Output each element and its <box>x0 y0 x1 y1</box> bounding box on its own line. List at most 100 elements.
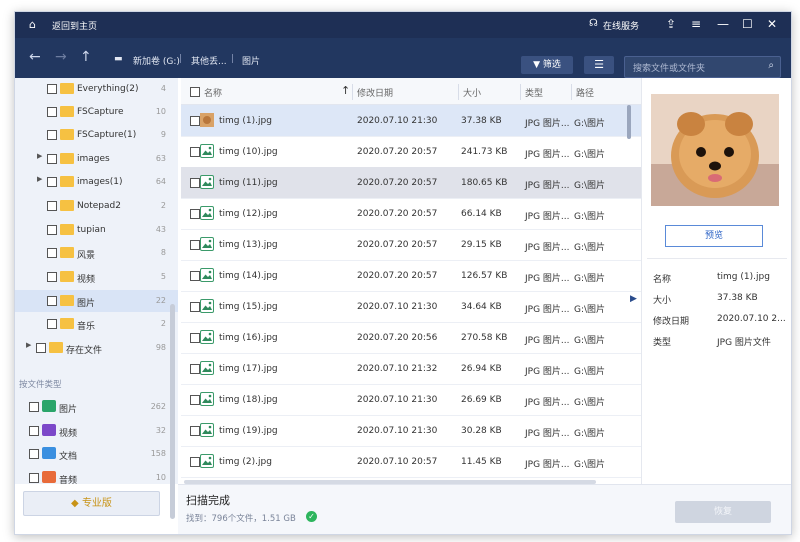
maximize-icon[interactable]: ☐ <box>742 17 753 31</box>
breadcrumb-current[interactable]: 图片 <box>242 54 260 67</box>
up-arrow-icon[interactable]: ↑ <box>80 49 92 65</box>
column-size[interactable]: 大小 <box>463 86 481 99</box>
sidebar-type-pictures[interactable]: 图片 262 <box>15 396 178 418</box>
row-checkbox[interactable] <box>190 147 200 157</box>
row-checkbox[interactable] <box>190 209 200 219</box>
checkbox[interactable] <box>47 296 57 306</box>
expand-arrow-icon[interactable]: ▶ <box>37 152 42 160</box>
row-checkbox[interactable] <box>190 364 200 374</box>
row-checkbox[interactable] <box>190 116 200 126</box>
row-checkbox[interactable] <box>190 426 200 436</box>
column-separator <box>458 84 459 100</box>
row-path: G:\图片 <box>574 150 606 160</box>
sidebar-item-count: 158 <box>150 449 166 458</box>
row-checkbox[interactable] <box>190 302 200 312</box>
sidebar-item-tupian[interactable]: tupian 43 <box>15 219 178 241</box>
search-icon[interactable]: ⌕ <box>768 60 774 71</box>
checkbox[interactable] <box>47 177 57 187</box>
table-row[interactable]: timg (14).jpg 2020.07.20 20:57 126.57 KB JP… <box>181 260 641 292</box>
sidebar-item-notepad2[interactable]: Notepad2 2 <box>15 195 178 217</box>
row-type: JPG 图片... <box>525 429 570 439</box>
sidebar-item-fscapture[interactable]: FSCapture 10 <box>15 101 178 123</box>
home-icon[interactable]: ⌂ <box>29 18 36 31</box>
table-row[interactable]: timg (1).jpg 2020.07.10 21:30 37.38 KB JPG … <box>181 105 641 137</box>
back-arrow-icon[interactable]: ← <box>29 49 41 65</box>
collapse-preview-arrow-icon[interactable]: ▶ <box>630 294 637 304</box>
checkbox[interactable] <box>29 473 39 483</box>
list-scrollbar[interactable] <box>627 105 631 139</box>
share-icon[interactable]: ⇪ <box>666 17 676 31</box>
sidebar-item-pictures-folder[interactable]: 图片 22 <box>15 290 178 312</box>
sidebar-item-existing-files[interactable]: ▶ 存在文件 98 <box>15 337 178 359</box>
expand-arrow-icon[interactable]: ▶ <box>37 175 42 183</box>
checkbox[interactable] <box>47 201 57 211</box>
table-row[interactable]: timg (10).jpg 2020.07.20 20:57 241.73 KB JP… <box>181 136 641 168</box>
table-row[interactable]: timg (12).jpg 2020.07.20 20:57 66.14 KB JPG… <box>181 198 641 230</box>
breadcrumb-folder[interactable]: 其他丢... <box>191 54 227 67</box>
status-footer: 扫描完成 找到：796个文件，1.51 GB ✓ 恢复 <box>178 484 791 534</box>
checkbox[interactable] <box>47 130 57 140</box>
checkbox[interactable] <box>47 84 57 94</box>
table-row[interactable]: timg (18).jpg 2020.07.10 21:30 26.69 KB JPG… <box>181 384 641 416</box>
filter-button[interactable]: ▼ 筛选 <box>521 56 573 74</box>
minimize-icon[interactable]: — <box>717 17 729 31</box>
sidebar-item-fscapture1[interactable]: FSCapture(1) 9 <box>15 124 178 146</box>
online-service-link[interactable]: 在线服务 <box>603 19 639 32</box>
column-name[interactable]: 名称 <box>204 86 222 99</box>
breadcrumb-drive[interactable]: 新加卷 (G:) <box>133 54 180 67</box>
sort-arrow-icon[interactable]: ↑ <box>341 84 350 97</box>
sidebar-item-images[interactable]: ▶ images 63 <box>15 148 178 170</box>
back-to-home-link[interactable]: 返回到主页 <box>52 19 97 32</box>
column-type[interactable]: 类型 <box>525 86 543 99</box>
column-path[interactable]: 路径 <box>576 86 594 99</box>
sidebar-item-images1[interactable]: ▶ images(1) 64 <box>15 171 178 193</box>
row-type: JPG 图片... <box>525 212 570 222</box>
checkbox[interactable] <box>47 107 57 117</box>
preview-button[interactable]: 预览 <box>665 225 763 247</box>
table-row[interactable]: timg (17).jpg 2020.07.10 21:32 26.94 KB JPG… <box>181 353 641 385</box>
table-row[interactable]: timg (19).jpg 2020.07.10 21:30 30.28 KB JPG… <box>181 415 641 447</box>
table-row[interactable]: timg (2).jpg 2020.07.10 20:57 11.45 KB JPG … <box>181 446 641 478</box>
sidebar-item-scenery[interactable]: 风景 8 <box>15 242 178 264</box>
sidebar-item-count: 98 <box>155 343 166 352</box>
checkbox[interactable] <box>47 272 57 282</box>
expand-arrow-icon[interactable]: ▶ <box>26 341 31 349</box>
table-row[interactable]: timg (16).jpg 2020.07.20 20:56 270.58 KB JP… <box>181 322 641 354</box>
table-row[interactable]: timg (13).jpg 2020.07.20 20:57 29.15 KB JPG… <box>181 229 641 261</box>
sidebar-scrollbar[interactable] <box>170 304 175 519</box>
checkbox[interactable] <box>29 449 39 459</box>
search-input[interactable]: 搜索文件或文件夹 ⌕ <box>624 56 781 78</box>
table-row[interactable]: timg (15).jpg 2020.07.10 21:30 34.64 KB JPG… <box>181 291 641 323</box>
checkbox[interactable] <box>47 225 57 235</box>
pro-version-button[interactable]: ◆ 专业版 <box>23 491 160 516</box>
sidebar-type-documents[interactable]: 文档 158 <box>15 443 178 465</box>
row-checkbox[interactable] <box>190 333 200 343</box>
row-checkbox[interactable] <box>190 271 200 281</box>
row-size: 241.73 KB <box>461 147 508 157</box>
checkbox[interactable] <box>29 402 39 412</box>
menu-icon[interactable]: ≡ <box>691 17 701 31</box>
prop-label-date: 修改日期 <box>653 317 690 327</box>
row-checkbox[interactable] <box>190 395 200 405</box>
sidebar-item-music-folder[interactable]: 音乐 2 <box>15 313 178 335</box>
row-checkbox[interactable] <box>190 178 200 188</box>
table-row[interactable]: timg (11).jpg 2020.07.20 20:57 180.65 KB JP… <box>181 167 641 199</box>
sidebar-item-everything2[interactable]: Everything(2) 4 <box>15 78 178 100</box>
checkbox[interactable] <box>36 343 46 353</box>
sidebar-type-audio[interactable]: 音频 10 <box>15 467 178 489</box>
sidebar-type-video[interactable]: 视频 32 <box>15 420 178 442</box>
checkbox[interactable] <box>47 319 57 329</box>
close-icon[interactable]: ✕ <box>767 17 777 31</box>
select-all-checkbox[interactable] <box>190 87 200 97</box>
sidebar-item-video-folder[interactable]: 视频 5 <box>15 266 178 288</box>
recover-button[interactable]: 恢复 <box>675 501 771 523</box>
checkbox[interactable] <box>47 248 57 258</box>
view-menu-button[interactable]: ☰ <box>584 56 614 74</box>
column-date[interactable]: 修改日期 <box>357 86 393 99</box>
row-checkbox[interactable] <box>190 457 200 467</box>
row-type: JPG 图片... <box>525 336 570 346</box>
checkbox[interactable] <box>47 154 57 164</box>
forward-arrow-icon[interactable]: → <box>55 49 67 65</box>
checkbox[interactable] <box>29 426 39 436</box>
row-checkbox[interactable] <box>190 240 200 250</box>
